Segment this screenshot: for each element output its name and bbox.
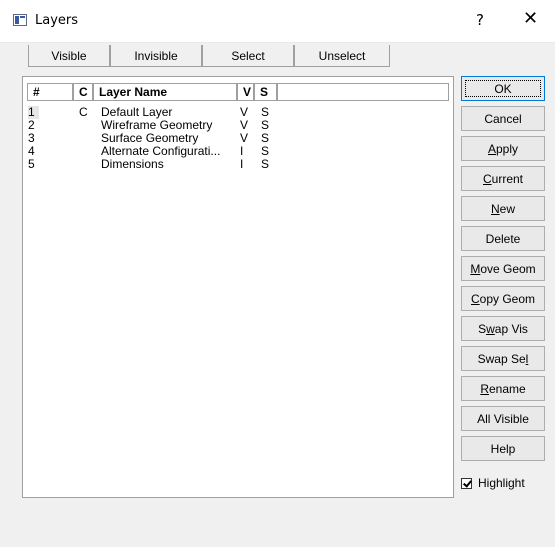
swap-sel-button[interactable]: Swap Sel bbox=[461, 346, 545, 371]
button-accelerator-key: C bbox=[470, 291, 480, 306]
table-row[interactable]: 1 C Default Layer V S bbox=[23, 106, 453, 119]
help-button[interactable]: Help bbox=[461, 436, 545, 461]
rename-button[interactable]: Rename bbox=[461, 376, 545, 401]
swap-vis-button[interactable]: Swap Vis bbox=[461, 316, 545, 341]
button-label-part: Help bbox=[490, 441, 516, 456]
button-label-part: ename bbox=[488, 381, 526, 396]
row-number: 5 bbox=[28, 157, 35, 171]
button-label-part: Delete bbox=[485, 231, 521, 246]
highlight-check-box[interactable] bbox=[461, 477, 472, 489]
row-layer-name: Dimensions bbox=[101, 157, 164, 171]
new-button[interactable]: New bbox=[461, 196, 545, 221]
unselect-button[interactable]: Unselect bbox=[294, 45, 390, 67]
button-label-part: ove Geom bbox=[480, 261, 536, 276]
button-label-part: Cancel bbox=[484, 111, 522, 126]
button-accelerator-key: N bbox=[490, 201, 500, 216]
copy-geom-button[interactable]: Copy Geom bbox=[461, 286, 545, 311]
button-accelerator-key: R bbox=[480, 381, 489, 396]
column-header-layer-name[interactable]: Layer Name bbox=[93, 83, 237, 101]
column-header-visible[interactable]: V bbox=[237, 83, 254, 101]
select-button[interactable]: Select bbox=[202, 45, 294, 67]
button-label-part: ap Vis bbox=[494, 321, 528, 336]
title-bar: Layers ? ✕ bbox=[0, 0, 555, 43]
help-question-icon[interactable]: ? bbox=[476, 11, 484, 29]
cancel-button[interactable]: Cancel bbox=[461, 106, 545, 131]
highlight-label: Highlight bbox=[478, 476, 525, 490]
table-row[interactable]: 3 Surface Geometry V S bbox=[23, 132, 453, 145]
row-current-flag: C bbox=[79, 105, 88, 119]
ok-button[interactable]: OK bbox=[461, 76, 545, 101]
all-visible-button[interactable]: All Visible bbox=[461, 406, 545, 431]
row-selectable-flag: S bbox=[261, 157, 270, 171]
highlight-checkbox[interactable]: Highlight bbox=[461, 476, 525, 490]
column-header-current[interactable]: C bbox=[73, 83, 93, 101]
table-row[interactable]: 2 Wireframe Geometry V S bbox=[23, 119, 453, 132]
button-accelerator-key: l bbox=[525, 351, 529, 366]
button-label-part: urrent bbox=[491, 171, 524, 186]
button-label-part: opy Geom bbox=[479, 291, 536, 306]
close-icon[interactable]: ✕ bbox=[523, 8, 538, 29]
apply-button[interactable]: Apply bbox=[461, 136, 545, 161]
button-accelerator-key: M bbox=[470, 261, 481, 276]
button-accelerator-key: w bbox=[486, 321, 495, 336]
button-label-part: ew bbox=[499, 201, 515, 216]
delete-button[interactable]: Delete bbox=[461, 226, 545, 251]
move-geom-button[interactable]: Move Geom bbox=[461, 256, 545, 281]
column-header-selectable[interactable]: S bbox=[254, 83, 277, 101]
column-header-number[interactable]: # bbox=[27, 83, 73, 101]
button-label-part: OK bbox=[494, 81, 512, 96]
invisible-button[interactable]: Invisible bbox=[110, 45, 202, 67]
button-label-part: All Visible bbox=[477, 411, 529, 426]
button-label-part: Swap Se bbox=[477, 351, 526, 366]
table-row[interactable]: 4 Alternate Configurati... I S bbox=[23, 145, 453, 158]
row-visible-flag: I bbox=[240, 157, 244, 171]
button-accelerator-key: C bbox=[482, 171, 492, 186]
button-accelerator-key: A bbox=[487, 141, 496, 156]
table-row[interactable]: 5 Dimensions I S bbox=[23, 158, 453, 171]
current-button[interactable]: Current bbox=[461, 166, 545, 191]
button-label-part: S bbox=[478, 321, 487, 336]
window-title: Layers bbox=[35, 13, 79, 28]
column-header-spacer bbox=[277, 83, 449, 101]
layer-list[interactable]: # C Layer Name V S 1 C Default Layer V S 2 Wir… bbox=[22, 76, 454, 498]
visible-button[interactable]: Visible bbox=[28, 45, 110, 67]
layers-window-icon bbox=[13, 14, 27, 26]
button-label-part: pply bbox=[496, 141, 519, 156]
